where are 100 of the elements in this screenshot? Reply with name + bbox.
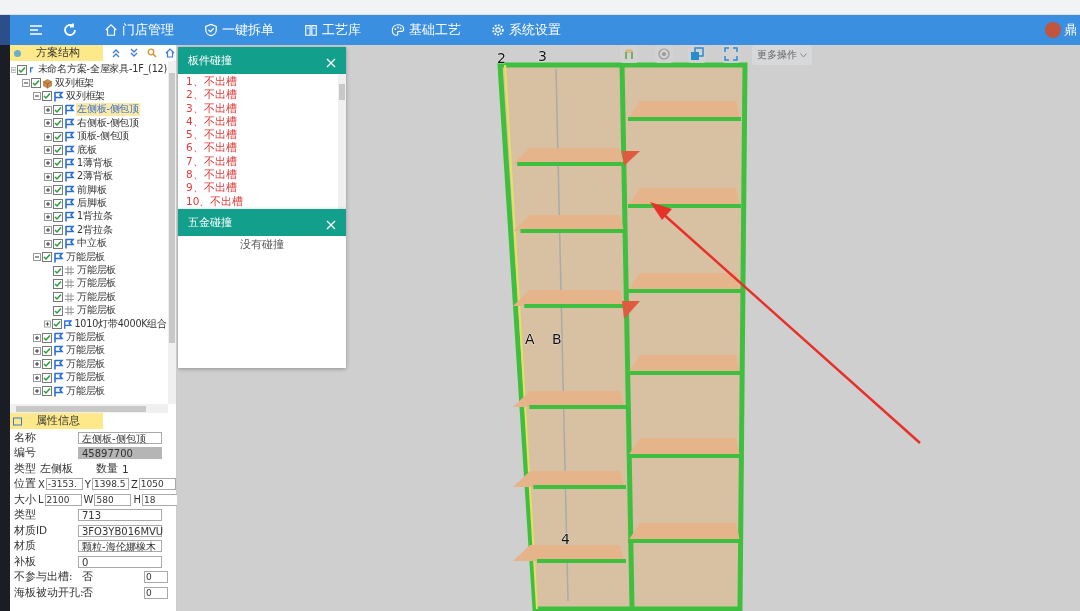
expand-icon[interactable]: [44, 119, 52, 128]
checkbox[interactable]: [53, 278, 63, 289]
property-label: 数量: [96, 461, 119, 476]
home-icon[interactable]: [165, 48, 175, 58]
expand-icon[interactable]: [44, 159, 52, 168]
tree-item[interactable]: 1背拉条: [76, 210, 114, 224]
expand-icon[interactable]: [33, 387, 41, 396]
expand-icon[interactable]: [33, 360, 41, 369]
checkbox[interactable]: [53, 225, 63, 236]
tree-item[interactable]: 万能层板: [65, 384, 107, 398]
layers-icon[interactable]: [688, 45, 706, 63]
axis-label: X: [38, 478, 45, 490]
tree-item[interactable]: 未命名方案-全屋家具-1F_(12): [36, 63, 168, 77]
checkbox[interactable]: [42, 332, 52, 343]
tree-item[interactable]: 双列框架: [54, 76, 96, 90]
panel-tab[interactable]: 方案结构: [10, 45, 103, 61]
expand-icon[interactable]: [44, 105, 52, 114]
expand-icon[interactable]: [44, 213, 52, 221]
tree-item[interactable]: 万能层板: [65, 331, 107, 344]
checkbox[interactable]: [53, 171, 63, 182]
checkbox[interactable]: [53, 104, 63, 115]
scrollbar[interactable]: [338, 74, 346, 209]
checkbox[interactable]: [53, 212, 63, 222]
tree-item[interactable]: 底板: [76, 143, 98, 157]
checkbox[interactable]: [42, 252, 52, 263]
tree-item[interactable]: 万能层板: [76, 304, 118, 318]
tree-item[interactable]: 万能层板: [65, 371, 107, 385]
checkbox[interactable]: [53, 158, 63, 169]
property-field[interactable]: 0: [144, 586, 168, 599]
tree-item[interactable]: 万能层板: [76, 277, 118, 291]
checkbox[interactable]: [53, 131, 63, 142]
checkbox[interactable]: [31, 78, 41, 89]
scrollbar[interactable]: [10, 404, 168, 413]
checkbox[interactable]: [53, 118, 63, 129]
tree-item[interactable]: 中立板: [76, 237, 108, 251]
tree-item[interactable]: 双列框架: [65, 89, 107, 103]
expand-icon[interactable]: [33, 333, 41, 342]
tree-item[interactable]: 万能层板: [76, 290, 118, 304]
tree-item[interactable]: 2薄背板: [76, 170, 114, 184]
expand-icon[interactable]: [44, 320, 51, 329]
collapse-icon[interactable]: [22, 79, 30, 88]
menu-icon[interactable]: [28, 22, 44, 38]
tree-item[interactable]: 万能层板: [65, 357, 107, 371]
property-field[interactable]: 0: [78, 555, 162, 568]
checkbox[interactable]: [53, 145, 63, 156]
expand-icon[interactable]: [44, 132, 52, 141]
property-field[interactable]: 左侧板-侧包顶: [78, 431, 162, 444]
flag-icon: [62, 318, 73, 330]
checkbox[interactable]: [42, 372, 52, 383]
tree-item[interactable]: 1010灯带4000K组合: [73, 317, 168, 331]
tree-item[interactable]: 右侧板-侧包顶: [76, 116, 141, 130]
checkbox[interactable]: [53, 185, 63, 196]
checkbox[interactable]: [53, 265, 63, 276]
property-field[interactable]: 颗粒-海伦娜橡木: [78, 540, 162, 553]
tree-item[interactable]: 万能层板: [76, 264, 118, 278]
search-icon[interactable]: [147, 48, 157, 58]
scrollbar[interactable]: [168, 61, 176, 404]
property-field[interactable]: 18: [142, 493, 179, 506]
tree-item[interactable]: 万能层板: [65, 250, 107, 264]
more-actions-dropdown[interactable]: 更多操作: [752, 45, 812, 65]
3d-viewport[interactable]: 2 3 A B 4 板件碰撞 1、不出槽 2、不出槽 3、不出槽 4、不出槽 5、不出槽 6、不出槽 7、不出槽 8、不出槽 9、不出槽 10、不出槽 五金碰撞 没有碰撞 更多操作: [177, 45, 1080, 611]
checkbox[interactable]: [53, 305, 63, 316]
expand-icon[interactable]: [44, 226, 52, 235]
expand-icon[interactable]: [44, 239, 52, 248]
property-value: 左侧板: [40, 461, 74, 476]
tree-item[interactable]: 前脚板: [76, 183, 108, 197]
property-field[interactable]: 580: [94, 493, 132, 506]
collapse-all-icon[interactable]: [129, 48, 139, 58]
checkbox[interactable]: [53, 198, 63, 209]
checkbox[interactable]: [42, 91, 52, 102]
expand-icon[interactable]: [33, 346, 41, 355]
tree-item[interactable]: 左侧板-侧包顶: [76, 103, 141, 117]
property-field[interactable]: 1398.5: [91, 478, 129, 491]
expand-icon[interactable]: [44, 186, 52, 195]
checkbox[interactable]: [51, 319, 62, 330]
property-field[interactable]: 3FO3YB016MVU: [78, 524, 162, 537]
checkbox[interactable]: [42, 345, 52, 356]
checkbox[interactable]: [53, 238, 63, 249]
property-field[interactable]: 1050: [138, 478, 176, 491]
refresh-icon[interactable]: [62, 22, 78, 38]
tree-item[interactable]: 万能层板: [65, 344, 107, 358]
checkbox[interactable]: [42, 359, 52, 370]
expand-icon[interactable]: [44, 199, 52, 208]
collapse-icon[interactable]: [33, 253, 41, 262]
expand-all-icon[interactable]: [111, 48, 121, 58]
tree-item[interactable]: 后脚板: [76, 197, 108, 211]
property-field[interactable]: 713: [78, 509, 162, 522]
property-field[interactable]: -3153.: [45, 478, 83, 491]
property-field[interactable]: 0: [144, 571, 168, 584]
checkbox[interactable]: [42, 386, 52, 397]
expand-icon[interactable]: [44, 172, 52, 181]
expand-icon[interactable]: [44, 146, 52, 155]
panel-tab[interactable]: 属性信息: [10, 413, 103, 429]
checkbox[interactable]: [53, 292, 63, 303]
tree-item[interactable]: 顶板-侧包顶: [76, 130, 131, 144]
expand-icon[interactable]: [33, 373, 41, 382]
property-field[interactable]: 2100: [44, 493, 82, 506]
tree-item[interactable]: 2背拉条: [76, 223, 114, 237]
tree-item[interactable]: 1薄背板: [76, 156, 114, 170]
collapse-icon[interactable]: [33, 92, 41, 101]
